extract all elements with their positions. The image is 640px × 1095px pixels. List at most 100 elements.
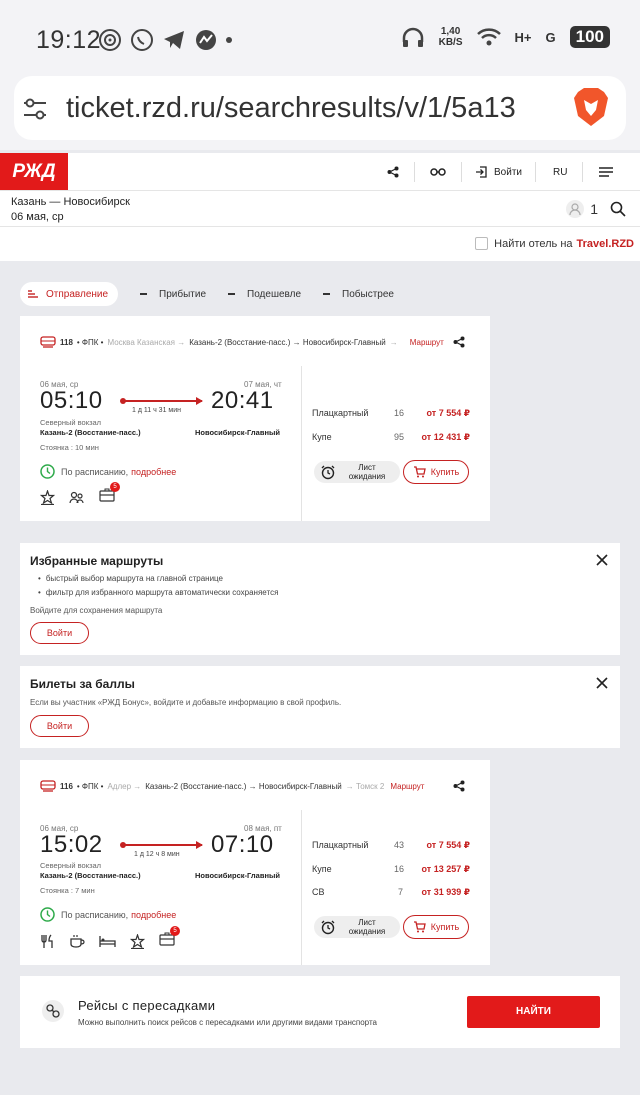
train-header: 118 • ФПК • Москва Казанская → Казань-2 … xyxy=(40,336,444,348)
network-type-2: G xyxy=(545,29,556,45)
share-icon[interactable] xyxy=(387,166,399,178)
hotel-brand[interactable]: Travel.RZD xyxy=(577,238,634,250)
route-date: 06 мая, ср xyxy=(11,211,64,223)
fare-row[interactable]: Купе 16 от 13 257 ₽ xyxy=(312,864,470,878)
badge-count: 5 xyxy=(170,926,180,936)
fare-row[interactable]: Плацкартный 43 от 7 554 ₽ xyxy=(312,840,470,854)
menu-icon[interactable] xyxy=(599,167,613,177)
route-segment: Казань-2 (Восстание-пасс.) → Новосибирск… xyxy=(189,337,386,347)
stop-time: Стоянка : 7 мин xyxy=(40,886,95,895)
bed-icon[interactable] xyxy=(99,935,116,948)
login-button[interactable]: Войти xyxy=(30,715,89,737)
route-origin: Москва Казанская → xyxy=(107,337,186,347)
telegram-icon xyxy=(164,31,184,49)
list-item: быстрый выбор маршрута на главной страни… xyxy=(38,572,278,586)
login-button[interactable]: Войти xyxy=(30,622,89,644)
bonus-title: Билеты за баллы xyxy=(30,677,135,691)
rzd-logo[interactable]: РЖД xyxy=(0,153,68,190)
sort-cheaper[interactable]: Подешевле xyxy=(228,289,301,300)
fare-row[interactable]: СВ 7 от 31 939 ₽ xyxy=(312,887,470,901)
share-icon[interactable] xyxy=(453,780,465,792)
passengers-icon[interactable] xyxy=(69,490,85,505)
sort-departure[interactable]: Отправление xyxy=(20,282,119,306)
transfer-card: Рейсы с пересадками Можно выполнить поис… xyxy=(20,976,620,1048)
browser-toolbar: ticket.rzd.ru/searchresults/v/1/5a13 xyxy=(0,70,640,150)
badge-count: 5 xyxy=(110,482,120,492)
duration: 1 д 12 ч 8 мин xyxy=(134,851,180,858)
schedule-details-link[interactable]: подробнее xyxy=(131,467,176,477)
services-badge[interactable]: 5 xyxy=(159,926,180,951)
schedule-details-link[interactable]: подробнее xyxy=(131,910,176,920)
train-icon xyxy=(40,780,56,792)
login-icon xyxy=(476,166,487,178)
status-bar: 19:12 1,40 KB/S H+ G 100 xyxy=(0,0,640,78)
buy-button[interactable]: Купить xyxy=(403,915,469,939)
podcast-icon xyxy=(99,29,121,51)
close-icon[interactable] xyxy=(596,554,608,566)
fare-row[interactable]: Плацкартный 16 от 7 554 ₽ xyxy=(312,408,470,422)
headphones-icon xyxy=(402,27,423,47)
arrival-station: Новосибирск-Главный xyxy=(195,871,280,880)
bonus-star-icon[interactable] xyxy=(130,934,145,949)
waitlist-button[interactable]: Лист ожидания xyxy=(314,461,400,483)
glasses-icon[interactable] xyxy=(430,167,446,177)
share-icon[interactable] xyxy=(453,336,465,348)
restaurant-icon[interactable] xyxy=(40,934,55,949)
route-arrow xyxy=(120,841,203,849)
language-switch[interactable]: RU xyxy=(553,153,567,191)
train-number[interactable]: 116 xyxy=(60,782,73,791)
route-link[interactable]: Маршрут xyxy=(410,338,444,347)
login-label: Войти xyxy=(494,166,522,178)
departure-station: Казань-2 (Восстание-пасс.) xyxy=(40,871,141,880)
url-text[interactable]: ticket.rzd.ru/searchresults/v/1/5a13 xyxy=(66,92,554,125)
hotel-label: Найти отель на xyxy=(494,237,573,250)
services-badge[interactable]: 5 xyxy=(99,482,120,507)
sort-faster[interactable]: Побыстрее xyxy=(323,289,394,300)
departure-time: 15:02 xyxy=(40,831,103,858)
search-icon[interactable] xyxy=(610,201,626,217)
dot-icon xyxy=(226,37,232,43)
alarm-clock-icon xyxy=(321,920,335,935)
route-link[interactable]: Маршрут xyxy=(390,782,424,791)
close-icon[interactable] xyxy=(596,677,608,689)
schedule-status: По расписанию, подробнее xyxy=(40,464,176,479)
sort-arrival[interactable]: Прибытие xyxy=(140,289,206,300)
divider xyxy=(301,810,302,965)
waitlist-button[interactable]: Лист ожидания xyxy=(314,916,400,938)
bonus-note: Если вы участник «РЖД Бонус», войдите и … xyxy=(30,698,342,707)
train-number[interactable]: 118 xyxy=(60,338,73,347)
search-summary[interactable]: Казань — Новосибирск 06 мая, ср 1 xyxy=(0,191,640,227)
departure-time: 05:10 xyxy=(40,387,103,414)
route-end: → xyxy=(389,337,398,347)
hotel-checkbox[interactable]: Найти отель на Travel.RZD xyxy=(475,237,634,250)
carrier: • ФПК • xyxy=(76,337,104,347)
stop-time: Стоянка : 10 мин xyxy=(40,443,99,452)
list-item: фильтр для избранного маршрута автоматич… xyxy=(38,586,279,600)
passenger-count: 1 xyxy=(590,201,598,217)
favorites-title: Избранные маршруты xyxy=(30,554,164,568)
route-end: → Томск 2 xyxy=(345,781,385,791)
train-icon xyxy=(40,336,56,348)
route-title: Казань — Новосибирск xyxy=(11,196,130,208)
arrival-time: 20:41 xyxy=(211,387,274,414)
clock: 19:12 xyxy=(36,26,102,54)
clock-green-icon xyxy=(40,464,55,479)
app-icon xyxy=(196,30,216,50)
schedule-status: По расписанию, подробнее xyxy=(40,907,176,922)
address-bar[interactable]: ticket.rzd.ru/searchresults/v/1/5a13 xyxy=(14,76,626,140)
departure-terminal: Северный вокзал xyxy=(40,418,102,427)
checkbox[interactable] xyxy=(475,237,489,250)
coffee-icon[interactable] xyxy=(69,934,85,949)
site-settings-icon[interactable] xyxy=(22,96,48,122)
route-arrow xyxy=(120,397,203,405)
passenger-icon xyxy=(566,200,585,218)
login-link[interactable]: Войти xyxy=(475,153,522,191)
find-button[interactable]: НАЙТИ xyxy=(467,996,600,1028)
carrier: • ФПК • xyxy=(76,781,104,791)
favorites-card: Избранные маршруты быстрый выбор маршрут… xyxy=(20,543,620,655)
arrival-time: 07:10 xyxy=(211,831,274,858)
bonus-star-icon[interactable] xyxy=(40,490,55,505)
buy-button[interactable]: Купить xyxy=(403,460,469,484)
brave-lion-icon[interactable] xyxy=(572,86,610,128)
fare-row[interactable]: Купе 95 от 12 431 ₽ xyxy=(312,432,470,446)
